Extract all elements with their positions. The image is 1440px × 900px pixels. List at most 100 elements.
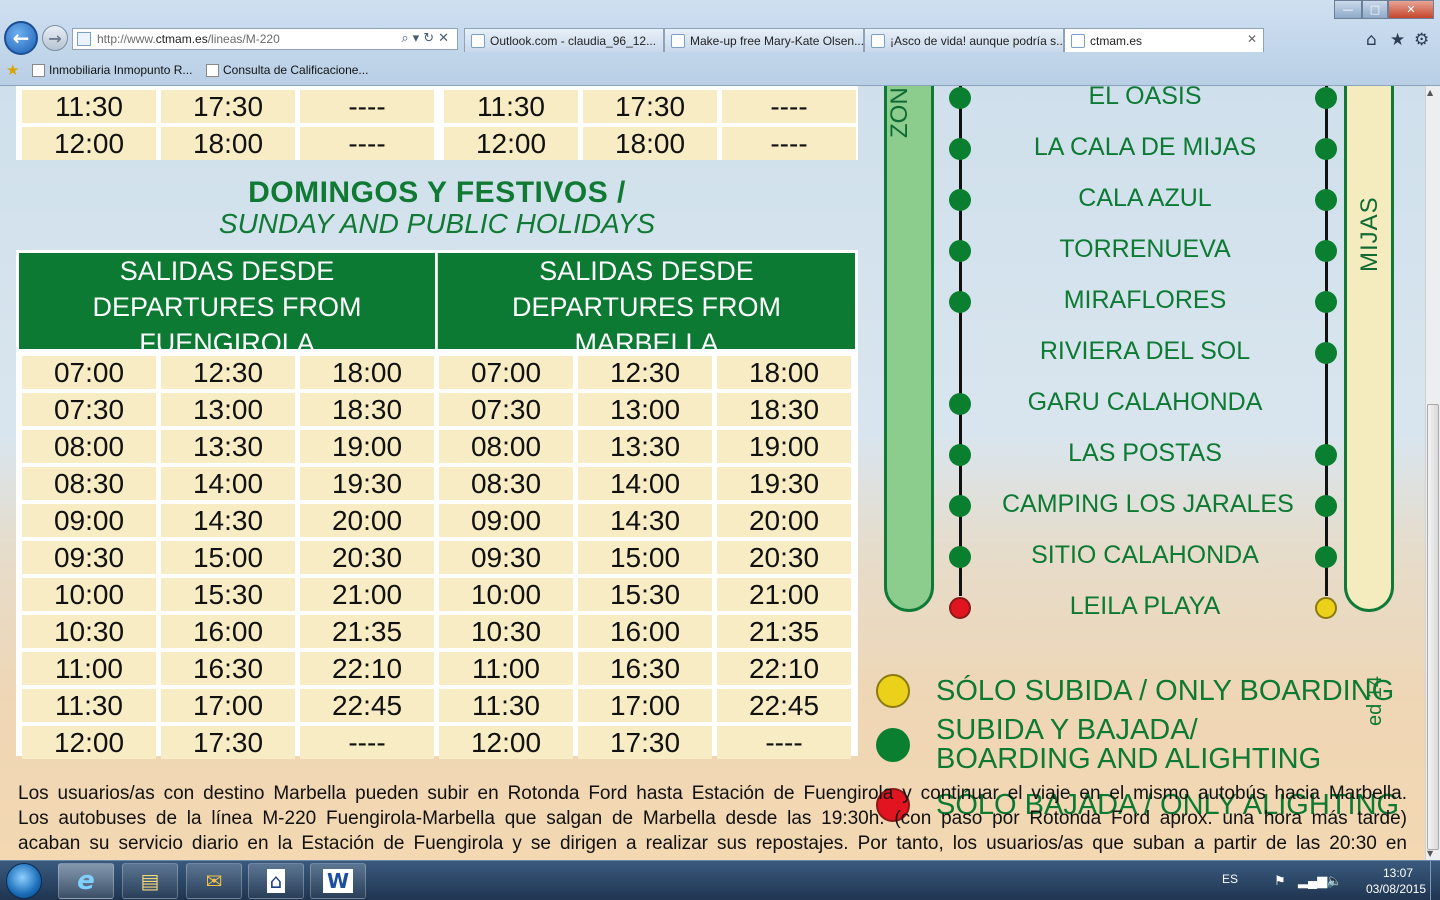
- page-icon: [32, 63, 45, 77]
- time-cell: ----: [722, 90, 856, 123]
- legend-text: SÓLO SUBIDA / ONLY BOARDING: [936, 674, 1395, 707]
- tab-makeup[interactable]: Make-up free Mary-Kate Olsen...: [664, 28, 864, 52]
- taskbar-explorer[interactable]: ▤: [122, 863, 178, 899]
- stop-name: CALA AZUL: [1078, 184, 1212, 212]
- taskbar-ie[interactable]: e: [58, 863, 114, 899]
- taskbar-homepage[interactable]: ⌂: [248, 863, 304, 899]
- note-line: acaban su servicio diario en la Estación…: [18, 833, 1407, 854]
- sunday-title: DOMINGOS Y FESTIVOS /: [248, 176, 626, 209]
- time-cell: 16:00: [161, 615, 295, 648]
- show-desktop-button[interactable]: [1430, 861, 1440, 900]
- time-cell: 15:30: [161, 578, 295, 611]
- time-cell: 20:00: [717, 504, 851, 537]
- red-stop-dot-icon: [949, 597, 971, 619]
- time-cell: 07:30: [439, 393, 573, 426]
- taskbar-word[interactable]: W: [310, 863, 366, 899]
- taskbar-outlook[interactable]: ✉: [186, 863, 242, 899]
- clock-date[interactable]: 03/08/2015: [1358, 882, 1434, 896]
- maximize-button[interactable]: □: [1362, 0, 1388, 19]
- minimize-icon: —: [1342, 3, 1354, 16]
- time-cell: 07:00: [22, 356, 156, 389]
- scroll-down-icon[interactable]: ▼: [1427, 849, 1433, 858]
- dropdown-icon[interactable]: ▾: [413, 31, 424, 46]
- back-button[interactable]: ←: [4, 21, 38, 55]
- address-bar[interactable]: http://www.ctmam.es/lineas/M-220 ⌕▾↻✕: [72, 28, 458, 50]
- legend: SÓLO SUBIDA / ONLY BOARDING SUBIDA Y BAJ…: [872, 634, 1425, 822]
- sunday-heading: DOMINGOS Y FESTIVOS / SUNDAY AND PUBLIC …: [16, 176, 858, 240]
- start-button[interactable]: [6, 863, 42, 899]
- notes-paragraph: Los usuarios/as con destino Marbella pue…: [0, 776, 1425, 860]
- internet-explorer-icon: e: [77, 866, 95, 896]
- clock-time[interactable]: 13:07: [1368, 866, 1428, 880]
- time-cell: 18:00: [161, 127, 295, 160]
- time-cell: 18:30: [717, 393, 851, 426]
- forward-button[interactable]: →: [42, 25, 68, 51]
- favorite-inmobiliaria[interactable]: Inmobiliaria Inmopunto R...: [32, 63, 192, 77]
- favorites-add-icon[interactable]: ★: [6, 61, 19, 79]
- stop-name: GARU CALAHONDA: [1027, 388, 1263, 416]
- time-cell: 12:00: [439, 726, 573, 759]
- stop-name: LAS POSTAS: [1068, 439, 1222, 467]
- arrow-left-icon: ←: [12, 26, 30, 50]
- time-cell: 08:30: [439, 467, 573, 500]
- green-stop-dot-icon: [949, 495, 971, 517]
- stop-name: LEILA PLAYA: [1069, 592, 1221, 620]
- close-window-button[interactable]: ✕: [1388, 0, 1434, 19]
- favorite-label: Consulta de Calificacione...: [223, 63, 369, 77]
- stop-name: CAMPING LOS JARALES: [1002, 490, 1294, 518]
- route-stop: LA CALA DE MIJAS: [872, 129, 1425, 169]
- favorites-star-icon[interactable]: ★: [1390, 30, 1405, 50]
- scroll-thumb[interactable]: [1427, 404, 1439, 850]
- header-line: SALIDAS DESDE: [539, 256, 754, 286]
- time-cell: 19:30: [717, 467, 851, 500]
- volume-icon[interactable]: 🔈: [1326, 873, 1342, 889]
- time-cell: 19:00: [717, 430, 851, 463]
- time-cell: 12:00: [22, 726, 156, 759]
- network-signal-icon[interactable]: ▂▄▆: [1298, 873, 1327, 889]
- action-center-flag-icon[interactable]: ⚑: [1274, 873, 1286, 889]
- mail-icon: ✉: [205, 869, 223, 893]
- time-cell: 21:35: [717, 615, 851, 648]
- time-cell: 10:30: [22, 615, 156, 648]
- minimize-button[interactable]: —: [1334, 0, 1362, 19]
- time-cell: 11:00: [22, 652, 156, 685]
- time-cell: 11:30: [439, 689, 573, 722]
- language-indicator[interactable]: ES: [1222, 872, 1238, 886]
- green-stop-dot-icon: [1315, 546, 1337, 568]
- time-cell: 18:00: [583, 127, 717, 160]
- vertical-scrollbar[interactable]: ▲ ▼: [1425, 86, 1440, 860]
- time-cell: 13:00: [161, 393, 295, 426]
- time-cell: 12:30: [578, 356, 712, 389]
- time-cell: 10:00: [22, 578, 156, 611]
- scroll-up-icon[interactable]: ▲: [1427, 88, 1433, 97]
- time-cell: 17:30: [161, 90, 295, 123]
- green-stop-dot-icon: [1315, 342, 1337, 364]
- legend-boarding-alighting: SUBIDA Y BAJADA/ BOARDING AND ALIGHTING: [872, 716, 1321, 774]
- refresh-icon[interactable]: ↻: [423, 31, 438, 46]
- time-cell: 22:45: [300, 689, 434, 722]
- search-icon[interactable]: ⌕: [401, 31, 412, 46]
- green-stop-dot-icon: [1315, 87, 1337, 109]
- time-cell: 10:30: [439, 615, 573, 648]
- time-cell: ----: [722, 127, 856, 160]
- green-stop-dot-icon: [949, 393, 971, 415]
- time-cell: 09:00: [22, 504, 156, 537]
- tab-outlook[interactable]: Outlook.com - claudia_96_12...: [464, 28, 664, 52]
- tab-ctmam[interactable]: ctmam.es ✕: [1064, 28, 1264, 52]
- yellow-dot-icon: [876, 674, 910, 708]
- tab-asco-de-vida[interactable]: ¡Asco de vida! aunque podría s...: [864, 28, 1064, 52]
- time-cell: 17:00: [578, 689, 712, 722]
- legend-text: SUBIDA Y BAJADA/ BOARDING AND ALIGHTING: [936, 716, 1321, 774]
- home-icon[interactable]: ⌂: [1366, 30, 1377, 50]
- tools-gear-icon[interactable]: ⚙: [1414, 30, 1429, 50]
- weekday-time-grid: 11:30 17:30 ---- 11:30 17:30 ---- 12:00 18:00 --…: [22, 90, 856, 160]
- favorite-consulta[interactable]: Consulta de Calificacione...: [206, 63, 368, 77]
- tab-close-icon[interactable]: ✕: [1247, 32, 1257, 46]
- address-url[interactable]: http://www.ctmam.es/lineas/M-220: [97, 32, 280, 46]
- time-cell: 15:00: [578, 541, 712, 574]
- time-cell: 14:00: [161, 467, 295, 500]
- stop-name: SITIO CALAHONDA: [1031, 541, 1259, 569]
- time-cell: 10:00: [439, 578, 573, 611]
- stop-icon[interactable]: ✕: [438, 31, 453, 46]
- time-cell: 14:30: [161, 504, 295, 537]
